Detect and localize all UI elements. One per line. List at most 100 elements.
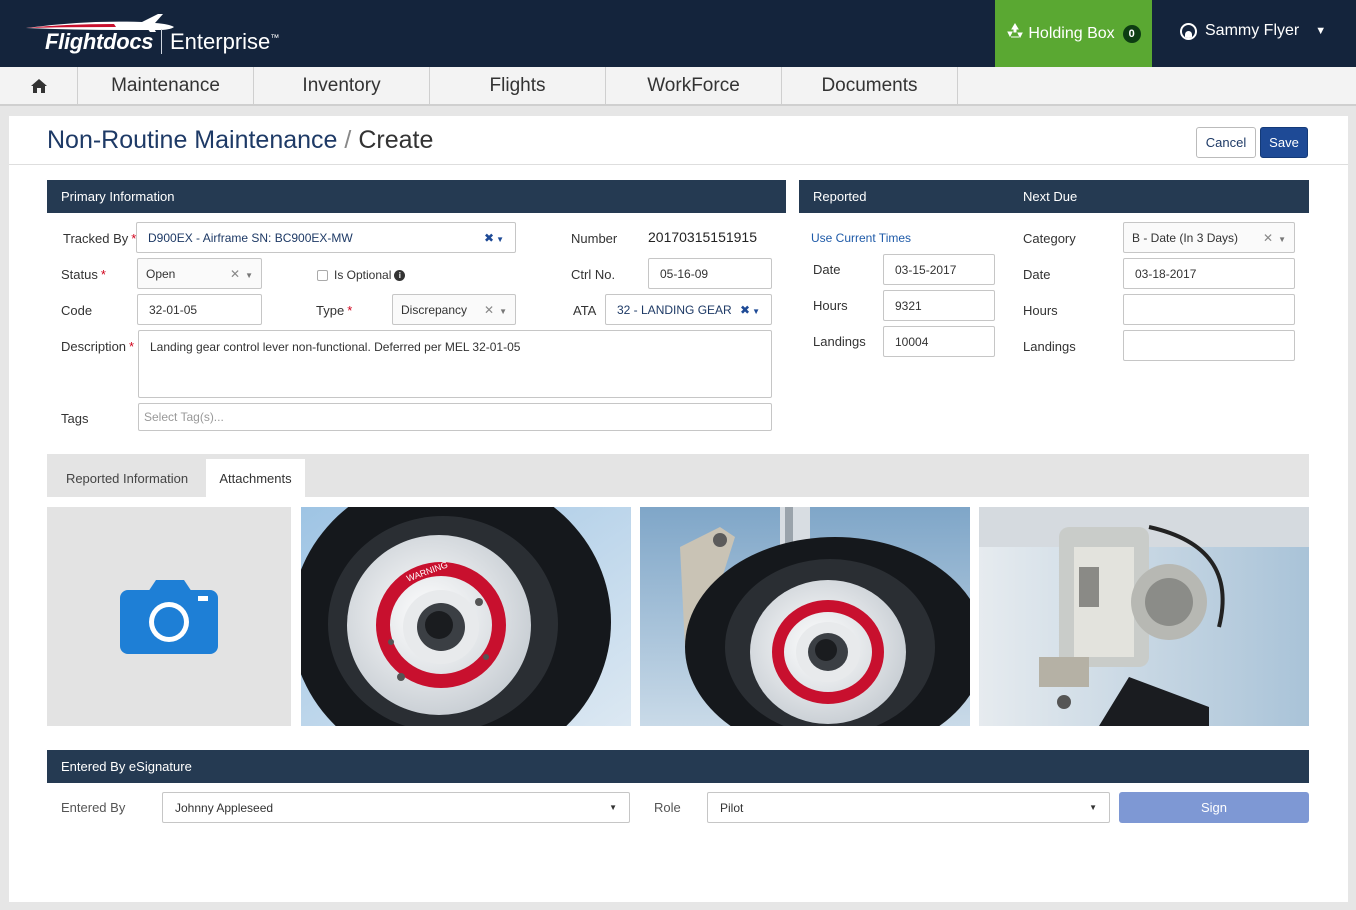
caret-down-icon: ▼	[1315, 25, 1327, 37]
category-label: Category	[1023, 231, 1076, 246]
recycle-icon	[1006, 23, 1024, 44]
tracked-by-value: D900EX - Airframe SN: BC900EX-MW	[148, 230, 353, 245]
next-due-landings-input[interactable]	[1123, 330, 1295, 361]
sign-button[interactable]: Sign	[1119, 792, 1309, 823]
logo-divider	[161, 29, 162, 54]
reported-heading: Reported	[813, 189, 867, 204]
holding-box-button[interactable]: Holding Box 0	[995, 0, 1152, 67]
home-nav-button[interactable]	[0, 67, 78, 104]
save-button[interactable]: Save	[1260, 127, 1308, 158]
cancel-button[interactable]: Cancel	[1196, 127, 1256, 158]
page-title-sub: Create	[358, 126, 434, 154]
title-separator: /	[344, 126, 352, 154]
description-label: Description *	[61, 339, 134, 354]
type-value: Discrepancy	[401, 302, 468, 317]
status-select[interactable]: Open ✕ ▼	[137, 258, 262, 289]
trademark: ™	[270, 32, 280, 43]
type-label: Type *	[316, 303, 352, 318]
attachment-photo-3[interactable]	[979, 507, 1309, 726]
category-value: B - Date (In 3 Days)	[1132, 230, 1239, 245]
product-label: Enterprise	[170, 29, 271, 54]
clear-icon[interactable]: ✕	[230, 267, 240, 281]
main-nav: Maintenance Inventory Flights WorkForce …	[0, 67, 1356, 106]
caret-down-icon: ▼	[496, 234, 504, 244]
description-textarea[interactable]: Landing gear control lever non-functiona…	[138, 330, 772, 398]
landing-gear-assembly-photo	[979, 507, 1309, 726]
caret-down-icon: ▼	[1278, 234, 1286, 244]
caret-down-icon: ▼	[245, 270, 253, 280]
nav-maintenance[interactable]: Maintenance	[78, 67, 254, 104]
user-icon	[1180, 22, 1197, 40]
role-select[interactable]: Pilot ▼	[707, 792, 1110, 823]
required-marker: *	[100, 267, 106, 282]
caret-down-icon: ▼	[1089, 803, 1097, 812]
page-title: Non-Routine Maintenance / Create	[47, 126, 433, 155]
reported-landings-input[interactable]: 10004	[883, 326, 995, 357]
type-label-text: Type	[316, 303, 345, 318]
tracked-by-label: Tracked By *	[63, 231, 136, 246]
tracked-by-label-text: Tracked By	[63, 231, 129, 246]
attachment-photo-1[interactable]: WARNING	[301, 507, 631, 726]
reported-next-due-header: Reported Next Due	[799, 180, 1309, 213]
top-bar: Flightdocs Enterprise™ Holding Box 0 Sam…	[0, 0, 1356, 67]
number-label: Number	[571, 231, 618, 246]
clear-icon[interactable]: ✖	[740, 303, 750, 317]
category-select[interactable]: B - Date (In 3 Days) ✕ ▼	[1123, 222, 1295, 253]
home-icon	[30, 78, 47, 93]
primary-info-header: Primary Information	[47, 180, 786, 213]
main-panel: Non-Routine Maintenance / Create Cancel …	[9, 116, 1348, 902]
tags-label: Tags	[61, 411, 89, 426]
tab-attachments[interactable]: Attachments	[206, 459, 305, 497]
page-title-main: Non-Routine Maintenance	[47, 126, 338, 154]
user-menu[interactable]: Sammy Flyer ▼	[1180, 22, 1326, 40]
entered-by-select[interactable]: Johnny Appleseed ▼	[162, 792, 630, 823]
status-value: Open	[146, 266, 176, 281]
next-due-hours-label: Hours	[1023, 303, 1058, 318]
ata-select[interactable]: 32 - LANDING GEAR ✖ ▼	[605, 294, 772, 325]
tracked-by-select[interactable]: D900EX - Airframe SN: BC900EX-MW ✖ ▼	[136, 222, 516, 253]
ctrl-no-label: Ctrl No.	[571, 267, 616, 282]
flightdocs-logo[interactable]: Flightdocs Enterprise™	[24, 10, 279, 60]
description-label-text: Description	[61, 339, 127, 354]
reported-landings-label: Landings	[813, 334, 866, 349]
clear-icon[interactable]: ✕	[1263, 231, 1273, 245]
reported-hours-label: Hours	[813, 298, 848, 313]
next-due-landings-label: Landings	[1023, 339, 1076, 354]
next-due-date-input[interactable]: 03-18-2017	[1123, 258, 1295, 289]
type-select[interactable]: Discrepancy ✕ ▼	[392, 294, 516, 325]
landing-gear-strut-photo	[640, 507, 970, 726]
caret-down-icon: ▼	[752, 306, 760, 316]
nav-flights[interactable]: Flights	[430, 67, 606, 104]
product-name: Enterprise™	[170, 29, 279, 55]
role-value: Pilot	[720, 800, 744, 815]
camera-icon	[120, 579, 218, 654]
next-due-hours-input[interactable]	[1123, 294, 1295, 325]
clear-icon[interactable]: ✖	[484, 231, 494, 245]
attachment-photo-2[interactable]	[640, 507, 970, 726]
nav-documents[interactable]: Documents	[782, 67, 958, 104]
esignature-header: Entered By eSignature	[47, 750, 1309, 783]
ctrl-no-input[interactable]: 05-16-09	[648, 258, 772, 289]
tags-input[interactable]: Select Tag(s)...	[138, 403, 772, 431]
info-icon[interactable]: i	[394, 270, 406, 282]
nav-inventory[interactable]: Inventory	[254, 67, 430, 104]
reported-hours-input[interactable]: 9321	[883, 290, 995, 321]
is-optional-checkbox[interactable]	[317, 270, 328, 281]
user-name: Sammy Flyer	[1205, 22, 1300, 39]
landing-gear-wheel-photo: WARNING	[301, 507, 631, 726]
clear-icon[interactable]: ✕	[484, 303, 494, 317]
caret-down-icon: ▼	[609, 803, 617, 812]
code-label: Code	[61, 303, 93, 318]
add-photo-button[interactable]	[47, 507, 291, 726]
code-input[interactable]: 32-01-05	[137, 294, 262, 325]
required-marker: *	[347, 303, 353, 318]
use-current-times-link[interactable]: Use Current Times	[811, 231, 911, 245]
reported-date-input[interactable]: 03-15-2017	[883, 254, 995, 285]
holding-box-count-badge: 0	[1122, 24, 1141, 43]
tab-bar: Reported Information Attachments	[47, 454, 1309, 497]
nav-workforce[interactable]: WorkForce	[606, 67, 782, 104]
role-label: Role	[654, 800, 681, 815]
brand-name: Flightdocs	[45, 29, 154, 54]
tab-reported-information[interactable]: Reported Information	[53, 459, 201, 497]
caret-down-icon: ▼	[499, 306, 507, 316]
